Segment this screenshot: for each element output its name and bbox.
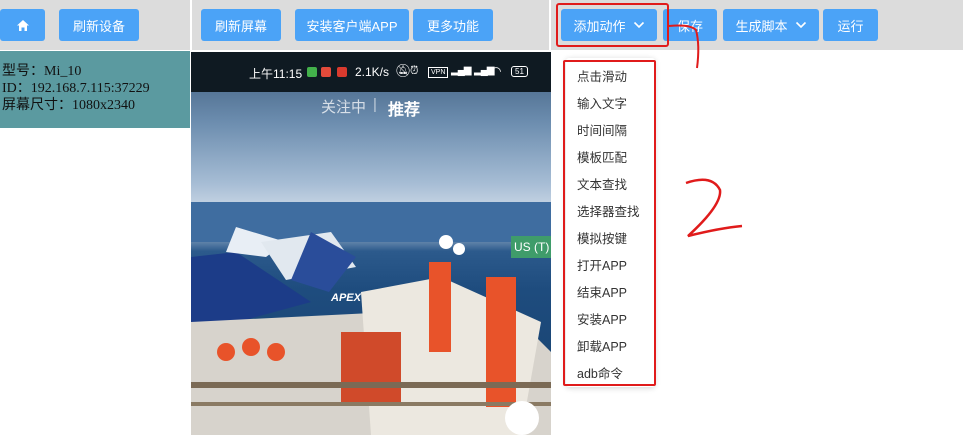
highlight-box-menu <box>563 60 656 386</box>
device-screen-size: 屏幕尺寸：1080x2340 <box>2 98 135 113</box>
refresh-device-button[interactable]: 刷新设备 <box>59 9 139 41</box>
device-model: 型号：Mi_10 <box>2 64 82 79</box>
home-button[interactable] <box>0 9 45 41</box>
run-button[interactable]: 运行 <box>823 9 878 41</box>
generate-script-dropdown[interactable]: 生成脚本 <box>723 9 819 41</box>
annotation-number <box>685 178 743 238</box>
more-functions-button[interactable]: 更多功能 <box>413 9 493 41</box>
refresh-screen-button[interactable]: 刷新屏幕 <box>201 9 281 41</box>
chevron-down-icon <box>795 21 806 29</box>
highlight-box-add-action <box>556 3 669 47</box>
toolbar-divider <box>549 0 551 50</box>
device-id: ID：192.168.7.115:37229 <box>2 81 150 96</box>
phone-screen[interactable]: 上午11:15 2.1K/s 🔕︎ ⏰︎ VPN ▂▄▆ ▂▄▆ ◠ 51 关注… <box>191 52 551 435</box>
toolbar-divider <box>190 0 192 50</box>
install-client-app-button[interactable]: 安装客户端APP <box>295 9 409 41</box>
ship-logo-text: APEX <box>331 292 361 304</box>
generate-script-label: 生成脚本 <box>735 18 788 34</box>
save-button[interactable]: 保存 <box>663 9 717 41</box>
cruise-ship-image <box>191 202 551 435</box>
home-icon <box>16 19 29 31</box>
region-badge: US (T) <box>511 236 551 258</box>
device-info-card[interactable]: 型号：Mi_10 ID：192.168.7.115:37229 屏幕尺寸：108… <box>0 51 190 128</box>
